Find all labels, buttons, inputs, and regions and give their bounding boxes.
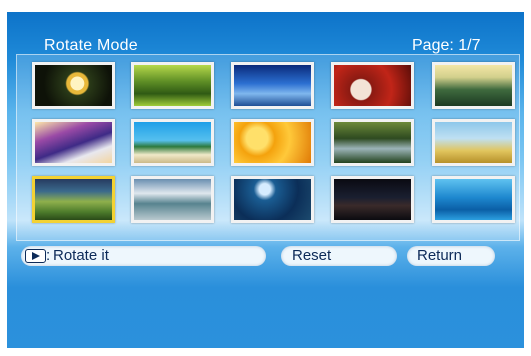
thumbnail-15[interactable] [432,176,515,223]
thumbnail-5[interactable] [432,62,515,109]
thumbnail-8[interactable] [231,119,314,166]
thumbnail-1[interactable] [32,62,115,109]
page-indicator: Page: 1/7 [412,37,481,54]
thumbnail-10[interactable] [432,119,515,166]
thumbnail-grid [16,54,520,241]
thumbnail-2[interactable] [131,62,214,109]
play-icon [25,249,46,263]
thumbnail-6[interactable] [32,119,115,166]
thumbnail-12[interactable] [131,176,214,223]
thumbnail-7[interactable] [131,119,214,166]
return-button[interactable]: Return [407,246,495,266]
rotate-it-label: Rotate it [53,247,109,264]
rotate-it-button[interactable]: : Rotate it [21,246,266,266]
thumbnail-4[interactable] [331,62,414,109]
thumbnail-13[interactable] [231,176,314,223]
screen-title: Rotate Mode [44,37,138,54]
rotate-separator: : [46,247,51,264]
rotate-mode-screen: Rotate Mode Page: 1/7 : Rotate it Reset … [7,12,524,348]
thumbnail-9[interactable] [331,119,414,166]
thumbnail-14[interactable] [331,176,414,223]
reset-label: Reset [292,247,332,264]
return-label: Return [417,247,463,264]
thumbnail-11[interactable] [32,176,115,223]
thumbnail-3[interactable] [231,62,314,109]
reset-button[interactable]: Reset [281,246,397,266]
